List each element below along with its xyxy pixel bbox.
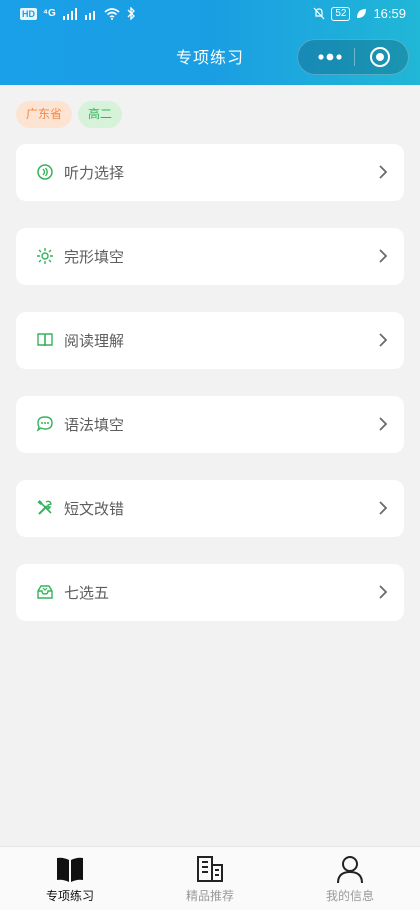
chevron-right-icon: [379, 249, 388, 263]
province-chip[interactable]: 广东省: [16, 101, 73, 128]
close-target-icon[interactable]: [370, 47, 390, 67]
chevron-right-icon: [379, 417, 388, 431]
card-cloze[interactable]: 完形填空: [16, 228, 404, 285]
listening-icon: [37, 164, 53, 180]
bluetooth-icon: [127, 7, 135, 20]
status-right: 52 16:59: [313, 6, 406, 21]
4g-signal-icon: ⁴G: [43, 8, 56, 19]
card-grammar[interactable]: 语法填空: [16, 396, 404, 453]
card-listening[interactable]: 听力选择: [16, 144, 404, 201]
battery-indicator: 52: [331, 6, 351, 21]
building-icon: [197, 856, 223, 882]
open-book-icon: [57, 857, 83, 882]
card-label: 七选五: [64, 584, 110, 602]
chevron-right-icon: [379, 585, 388, 599]
app-header: HD ⁴G 52 16:59 专项练习: [0, 0, 420, 85]
tab-practice[interactable]: 专项练习: [0, 847, 140, 910]
tools-icon: [37, 500, 52, 515]
hd-icon: HD: [20, 7, 37, 20]
card-label: 语法填空: [64, 416, 125, 434]
filter-chips: 广东省 高二: [16, 101, 123, 128]
tab-my-info[interactable]: 我的信息: [280, 847, 420, 910]
chevron-right-icon: [379, 165, 388, 179]
miniprogram-capsule: [297, 39, 409, 75]
clock: 16:59: [373, 6, 406, 21]
signal-bars-icon: [62, 7, 77, 20]
status-left: HD ⁴G: [20, 7, 136, 20]
bell-off-icon: [313, 7, 325, 20]
card-label: 听力选择: [64, 164, 125, 182]
x-signal-icon: [84, 10, 95, 20]
tab-recommended[interactable]: 精品推荐: [140, 847, 280, 910]
grade-chip[interactable]: 高二: [78, 101, 123, 128]
card-seven-choose-five[interactable]: 七选五: [16, 564, 404, 621]
tab-label: 精品推荐: [185, 889, 234, 903]
spark-icon: [37, 248, 53, 264]
card-label: 完形填空: [64, 248, 125, 266]
inbox-icon: [37, 585, 53, 599]
card-label: 阅读理解: [64, 332, 125, 350]
chevron-right-icon: [379, 501, 388, 515]
tab-label: 我的信息: [325, 889, 374, 903]
user-icon: [337, 856, 363, 884]
wifi-icon: [104, 7, 120, 20]
status-bar: HD ⁴G 52 16:59: [0, 0, 420, 30]
card-label: 短文改错: [64, 500, 125, 518]
leaf-icon: [357, 9, 367, 18]
chevron-right-icon: [379, 333, 388, 347]
more-dots-icon: [318, 53, 342, 61]
more-button[interactable]: [308, 40, 352, 74]
card-error-correction[interactable]: 短文改错: [16, 480, 404, 537]
card-reading[interactable]: 阅读理解: [16, 312, 404, 369]
tab-label: 专项练习: [45, 889, 94, 903]
chat-bubble-icon: [36, 416, 53, 432]
book-icon: [37, 333, 53, 347]
bottom-tab-bar: 专项练习 精品推荐 我的信息: [0, 846, 420, 910]
capsule-divider: [354, 48, 355, 66]
